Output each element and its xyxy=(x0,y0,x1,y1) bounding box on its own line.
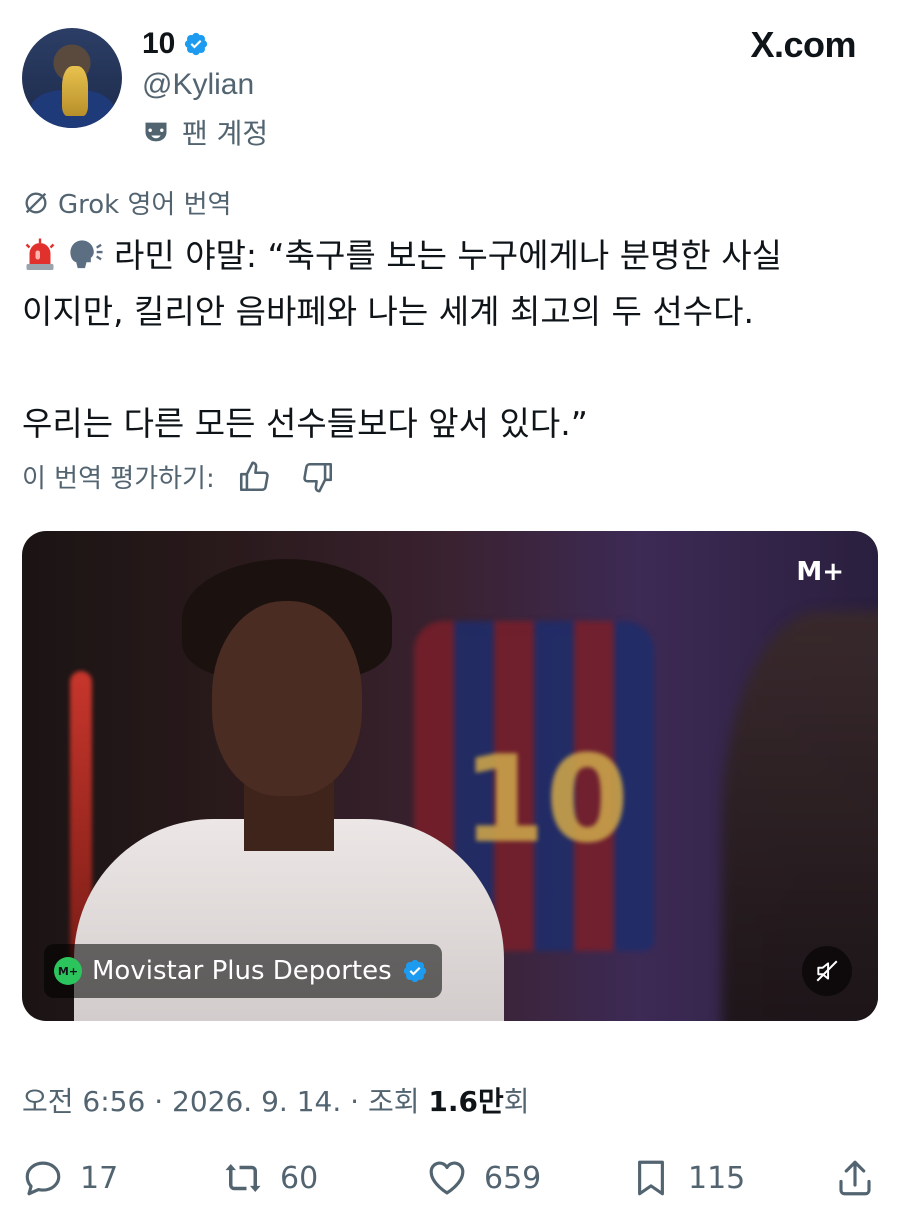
avatar-trophy xyxy=(62,66,88,116)
tweet-meta: 오전 6:56 · 2026. 9. 14. · 조회 1.6만회 xyxy=(22,1085,530,1118)
reply-count: 17 xyxy=(80,1160,119,1196)
video-player[interactable]: 10 M+ M+ Movistar Plus Deportes xyxy=(22,531,878,1021)
views-suffix: 회 xyxy=(503,1085,530,1118)
muted-speaker-icon xyxy=(816,960,838,982)
account-label-text: 팬 계정 xyxy=(182,117,269,150)
grok-translation-label[interactable]: Grok 영어 번역 xyxy=(22,184,231,221)
tweet-line-2: 이지만, 킬리안 음바페와 나는 세계 최고의 두 선수다. xyxy=(22,292,754,331)
tweet-date[interactable]: 2026. 9. 14. xyxy=(172,1085,341,1118)
bookmark-button[interactable]: 115 xyxy=(630,1154,745,1202)
theater-mask-icon xyxy=(145,122,167,142)
bookmark-count: 115 xyxy=(688,1160,746,1196)
heart-icon xyxy=(429,1161,465,1195)
x-com-brand: X.com xyxy=(750,24,856,65)
tweet-time[interactable]: 오전 6:56 xyxy=(22,1085,145,1118)
author-handle[interactable]: @Kylian xyxy=(142,68,254,102)
views-label: 조회 xyxy=(367,1085,420,1118)
author-name-row: 10 xyxy=(142,26,209,62)
speaking-head-emoji-icon xyxy=(70,240,103,269)
mute-button[interactable] xyxy=(802,946,852,996)
reply-icon xyxy=(25,1161,61,1196)
like-count: 659 xyxy=(484,1160,542,1196)
movistar-logo-icon: M+ xyxy=(54,957,82,985)
tweet-actions: 17 60 659 115 xyxy=(22,1154,878,1202)
tweet-text: 라민 야말: “축구를 보는 누구에게나 분명한 사실 이지만, 킬리안 음바페… xyxy=(22,228,872,452)
reply-button[interactable]: 17 xyxy=(22,1154,118,1202)
tweet-line-3: 우리는 다른 모든 선수들보다 앞서 있다.” xyxy=(22,404,588,443)
grok-translation-text: Grok 영어 번역 xyxy=(58,190,232,220)
rate-translation-label: 이 번역 평가하기: xyxy=(22,464,215,494)
like-button[interactable]: 659 xyxy=(426,1154,541,1202)
background-jersey-number: 10 xyxy=(462,731,629,870)
views-count: 1.6만 xyxy=(428,1085,504,1118)
share-icon xyxy=(839,1160,871,1196)
broadcaster-watermark: M+ xyxy=(796,557,844,587)
video-source-name: Movistar Plus Deportes xyxy=(92,956,392,986)
video-source-chip[interactable]: M+ Movistar Plus Deportes xyxy=(44,944,442,998)
bookmark-icon xyxy=(638,1160,664,1196)
thumbs-down-icon[interactable] xyxy=(301,460,335,494)
fan-account-label: 팬 계정 xyxy=(142,112,268,152)
share-button[interactable] xyxy=(834,1154,876,1202)
author-avatar[interactable] xyxy=(22,28,122,128)
retweet-button[interactable]: 60 xyxy=(222,1154,318,1202)
retweet-icon xyxy=(225,1164,261,1192)
tweet-line-1: 라민 야말: “축구를 보는 누구에게나 분명한 사실 xyxy=(22,228,872,284)
grok-icon xyxy=(25,192,47,213)
verified-badge-icon xyxy=(185,32,208,56)
foreground-interviewer xyxy=(722,611,878,1021)
verified-badge-icon xyxy=(403,959,426,983)
author-display-name[interactable]: 10 xyxy=(142,27,175,61)
thumbs-up-icon[interactable] xyxy=(237,460,271,494)
rate-translation-row: 이 번역 평가하기: xyxy=(22,458,335,495)
retweet-count: 60 xyxy=(280,1160,319,1196)
tweet-line-1-text: 라민 야말: “축구를 보는 누구에게나 분명한 사실 xyxy=(114,236,782,275)
siren-emoji-icon xyxy=(25,238,55,270)
player-head xyxy=(212,601,362,796)
